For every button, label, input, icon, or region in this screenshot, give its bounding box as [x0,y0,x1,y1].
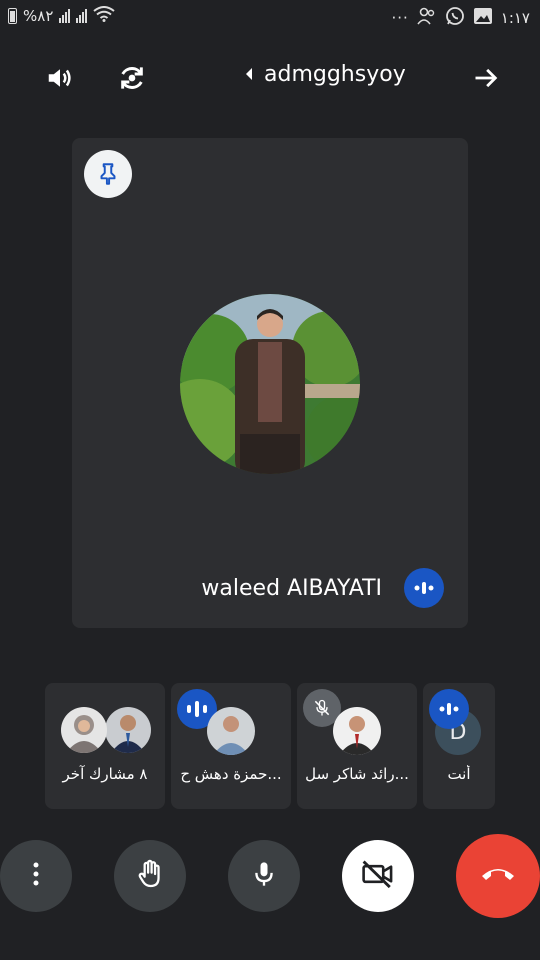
meeting-code: admgghsyoy [264,62,406,87]
speaking-indicator-icon [404,568,444,608]
participant-label: حمزة دهش ح... [180,765,282,783]
more-vert-icon [32,861,40,891]
speaker-name: waleed AIBAYATI [201,576,382,601]
participant-tile-others[interactable]: ٨ مشارك آخر [45,683,165,809]
mic-icon [250,859,278,893]
arrow-right-icon[interactable] [468,60,504,96]
status-left: %٨٢ [8,6,116,26]
status-bar: %٨٢ ··· ١:١٧ [0,0,540,36]
caret-left-icon [244,62,254,87]
participant-tile[interactable]: حمزة دهش ح... [171,683,291,809]
wifi-icon [93,6,116,26]
participant-tile-self[interactable]: D أنت [423,683,495,809]
main-speaker-tile[interactable]: waleed AIBAYATI [72,138,468,628]
battery-percent: %٨٢ [23,7,54,25]
participant-label: رائد شاكر سل... [305,765,409,783]
avatar [207,707,255,755]
switch-camera-icon[interactable] [114,60,150,96]
battery-icon [8,8,17,24]
raise-hand-icon [134,858,166,894]
clock-time: ١:١٧ [500,9,530,27]
status-right: ··· ١:١٧ [391,6,530,30]
camera-off-icon [361,859,395,893]
avatar [105,707,151,753]
gallery-icon [473,7,493,29]
signal-icon-2 [76,9,88,23]
contacts-icon [417,7,437,29]
whatsapp-icon [445,6,465,30]
participant-label: أنت [447,765,471,783]
end-call-button[interactable] [456,834,540,918]
camera-toggle-button[interactable] [342,840,414,912]
speaker-avatar [180,294,360,474]
pin-icon[interactable] [84,150,132,198]
speaking-indicator-icon [429,689,469,729]
more-options-button[interactable] [0,840,72,912]
meeting-code-button[interactable]: admgghsyoy [244,62,406,87]
mic-button[interactable] [228,840,300,912]
raise-hand-button[interactable] [114,840,186,912]
participant-label: ٨ مشارك آخر [62,765,148,783]
signal-icon [59,9,71,23]
end-call-icon [480,864,516,888]
avatar [61,707,107,753]
participant-tile[interactable]: رائد شاكر سل... [297,683,417,809]
more-notifications: ··· [391,9,409,27]
volume-icon[interactable] [42,60,78,96]
avatar [333,707,381,755]
